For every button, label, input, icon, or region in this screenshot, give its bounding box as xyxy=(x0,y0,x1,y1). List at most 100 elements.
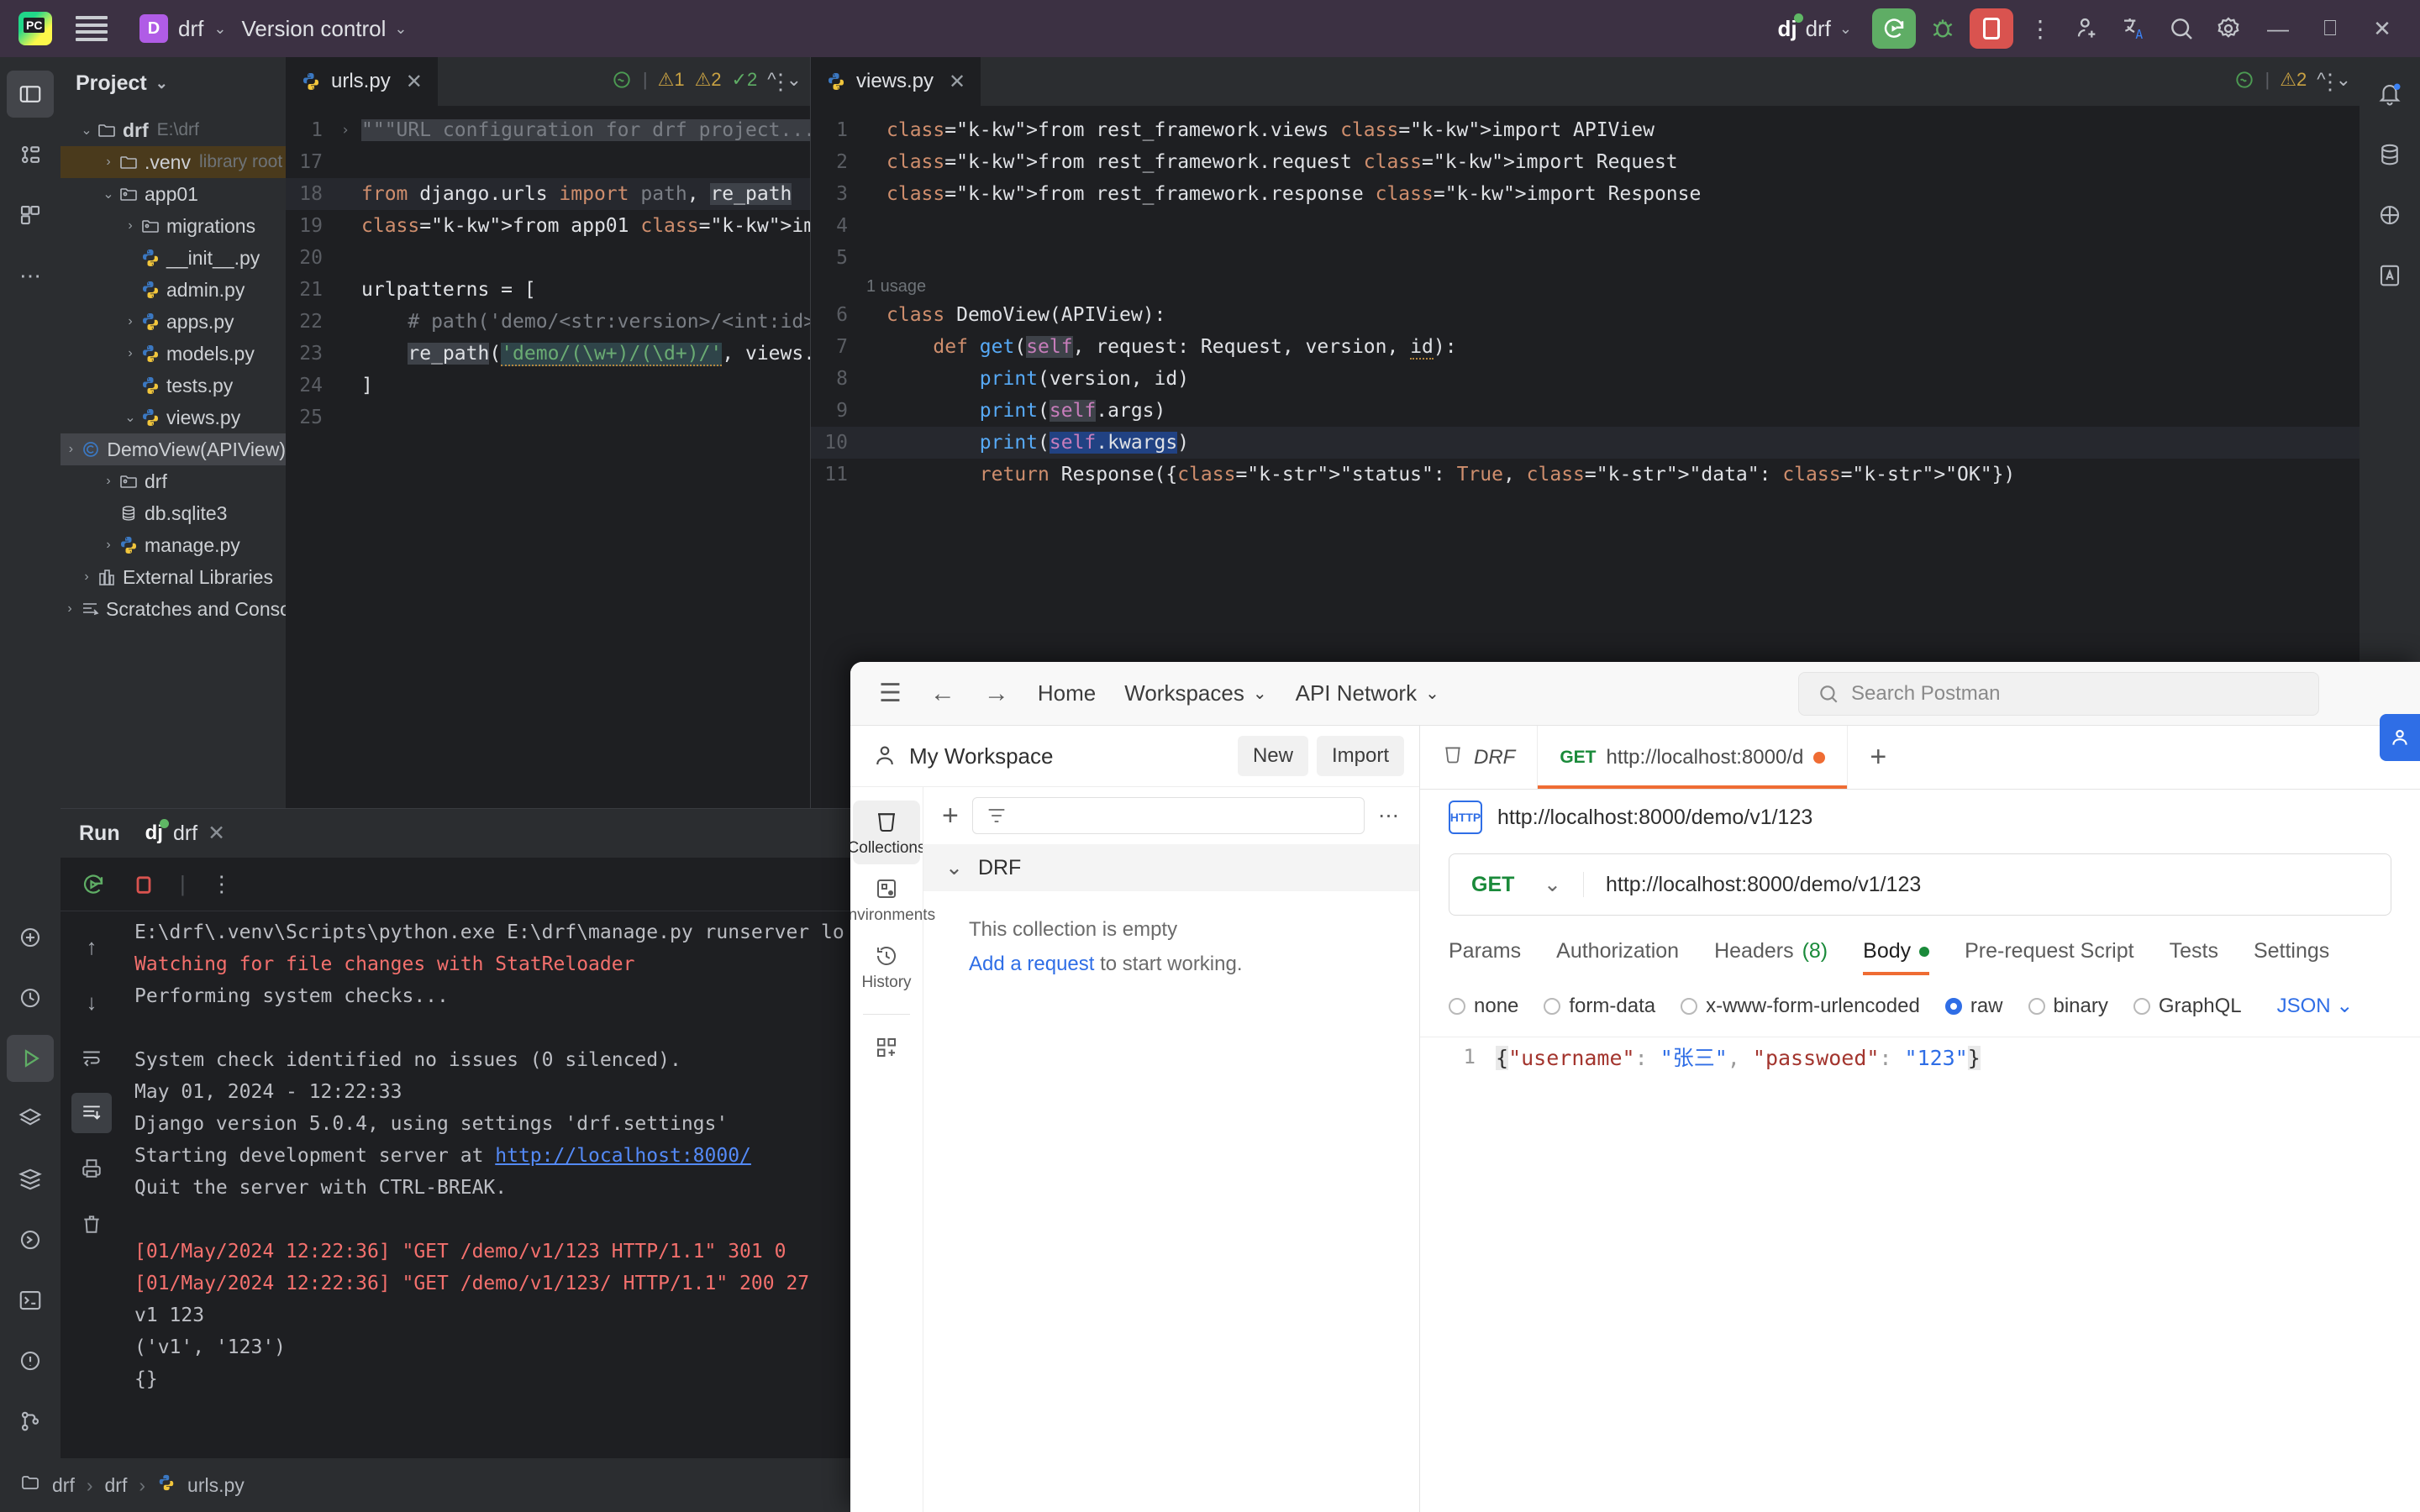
code-line-3[interactable]: 3 class="k-kw">from rest_framework.respon… xyxy=(811,178,2360,210)
chevron-right-icon[interactable]: › xyxy=(60,601,79,617)
code-line-4[interactable]: 4 xyxy=(811,210,2360,242)
add-user-icon[interactable] xyxy=(2064,5,2111,52)
request-subtab-tests[interactable]: Tests xyxy=(2170,939,2218,975)
next-problem-icon[interactable]: ⌄ xyxy=(786,69,802,91)
print-icon[interactable] xyxy=(71,1148,112,1189)
project-tool-icon[interactable] xyxy=(7,71,54,118)
console-link[interactable]: http://localhost:8000/ xyxy=(495,1145,751,1167)
request-subtab-body[interactable]: Body xyxy=(1863,939,1930,975)
close-icon[interactable]: ✕ xyxy=(949,70,965,94)
down-icon[interactable]: ↓ xyxy=(71,982,112,1022)
tree-item-demoview-apiview[interactable]: › DemoView(APIView) xyxy=(60,433,286,465)
stop-icon[interactable] xyxy=(129,870,158,899)
body-type-radio-raw[interactable]: raw xyxy=(1944,995,2003,1018)
next-problem-icon[interactable]: ⌄ xyxy=(2336,69,2351,91)
user-account-button[interactable] xyxy=(2380,714,2420,761)
raw-format-select[interactable]: JSON ⌄ xyxy=(2277,994,2354,1018)
code-line-20[interactable]: 20 xyxy=(286,242,810,274)
breadcrumb-project[interactable]: drf xyxy=(52,1474,75,1497)
ai-panel-icon[interactable] xyxy=(2366,252,2413,299)
chevron-right-icon[interactable]: › xyxy=(77,570,96,585)
back-arrow-icon[interactable]: ← xyxy=(930,680,955,708)
code-line-1[interactable]: 1 class="k-kw">from rest_framework.views … xyxy=(811,114,2360,146)
request-url-input[interactable]: http://localhost:8000/demo/v1/123 xyxy=(1584,873,1921,897)
tree-item-db-sqlite3[interactable]: db.sqlite3 xyxy=(60,497,286,529)
request-title[interactable]: http://localhost:8000/demo/v1/123 xyxy=(1497,806,1812,830)
chevron-down-icon[interactable]: ⌄ xyxy=(99,186,118,202)
plus-icon[interactable]: + xyxy=(942,800,959,832)
code-line-6[interactable]: 6 class DemoView(APIView): xyxy=(811,299,2360,331)
tree-item-drf[interactable]: ⌄ drf E:\drf xyxy=(60,114,286,146)
settings-gear-icon[interactable] xyxy=(2205,5,2252,52)
code-line-5[interactable]: 5 xyxy=(811,242,2360,274)
ai-assistant-icon[interactable] xyxy=(7,914,54,961)
chevron-right-icon[interactable]: › xyxy=(121,346,139,361)
new-button[interactable]: New xyxy=(1237,736,1308,776)
body-type-radio-graphql[interactable]: GraphQL xyxy=(2133,995,2242,1018)
import-button[interactable]: Import xyxy=(1316,736,1404,776)
code-line-11[interactable]: 11 return Response({class="k-str">"statu… xyxy=(811,459,2360,491)
more-actions-icon[interactable]: ⋮ xyxy=(208,870,236,899)
notifications-bell-icon[interactable] xyxy=(2366,71,2413,118)
search-icon[interactable] xyxy=(2158,5,2205,52)
body-type-radio-none[interactable]: none xyxy=(1449,995,1518,1018)
request-subtab-authorization[interactable]: Authorization xyxy=(1556,939,1679,975)
collection-row-drf[interactable]: ⌄ DRF xyxy=(923,844,1419,891)
maximize-window-button[interactable]: ⎕ xyxy=(2304,5,2356,52)
code-line-1[interactable]: 1 › """URL configuration for drf project..… xyxy=(286,114,810,146)
body-type-radio-binary[interactable]: binary xyxy=(2028,995,2108,1018)
sidebar-item-environments[interactable]: Environments xyxy=(850,868,935,932)
chevron-right-icon[interactable]: › xyxy=(99,474,118,489)
code-line-8[interactable]: 8 print(version, id) xyxy=(811,363,2360,395)
main-menu-icon[interactable] xyxy=(76,16,108,41)
project-panel-header[interactable]: Project ⌄ xyxy=(60,57,286,109)
tree-item-scratches-and-consoles[interactable]: › Scratches and Consoles xyxy=(60,593,315,625)
tree-item-models-py[interactable]: › models.py xyxy=(60,338,286,370)
chevron-right-icon[interactable]: › xyxy=(99,155,118,170)
code-line-10[interactable]: 10 print(self.kwargs) xyxy=(811,427,2360,459)
collections-filter-input[interactable] xyxy=(971,797,1365,834)
project-selector[interactable]: D drf ⌄ xyxy=(133,11,233,46)
chevron-down-icon[interactable]: ⌄ xyxy=(77,122,96,139)
search-postman-box[interactable]: Search Postman xyxy=(1798,671,2319,716)
terminal-icon[interactable] xyxy=(7,1277,54,1324)
code-line-21[interactable]: 21 urlpatterns = [ xyxy=(286,274,810,306)
tree-item-apps-py[interactable]: › apps.py xyxy=(60,306,286,338)
commit-tool-icon[interactable] xyxy=(7,131,54,178)
run-tool-icon[interactable] xyxy=(7,1035,54,1082)
request-subtab-params[interactable]: Params xyxy=(1449,939,1521,975)
sidebar-item-collections[interactable]: Collections xyxy=(850,801,925,864)
version-control-menu[interactable]: Version control ⌄ xyxy=(233,11,415,47)
prev-problem-icon[interactable]: ^ xyxy=(767,69,776,91)
problems-icon[interactable] xyxy=(7,1337,54,1384)
tree-item-views-py[interactable]: ⌄ views.py xyxy=(60,402,286,433)
chevron-right-icon[interactable]: › xyxy=(61,442,80,457)
code-line-7[interactable]: 7 def get(self, request: Request, versio… xyxy=(811,331,2360,363)
more-tool-windows-icon[interactable]: ⋯ xyxy=(7,252,54,299)
forward-arrow-icon[interactable]: → xyxy=(984,680,1009,708)
run-configuration-selector[interactable]: dj drf ⌄ xyxy=(1767,13,1862,45)
request-subtab-headers[interactable]: Headers (8) xyxy=(1714,939,1828,975)
breadcrumb-file[interactable]: urls.py xyxy=(187,1474,245,1497)
tree-item-venv[interactable]: › .venv library root xyxy=(60,146,286,178)
tree-item-tests-py[interactable]: tests.py xyxy=(60,370,286,402)
more-actions-icon[interactable]: ⋮ xyxy=(2017,5,2064,52)
tab-views-py[interactable]: views.py ✕ xyxy=(811,57,981,106)
python-console-icon[interactable] xyxy=(7,1216,54,1263)
minimize-window-button[interactable]: — xyxy=(2252,5,2304,52)
code-line-18[interactable]: 18 from django.urls import path, re_path xyxy=(286,178,810,210)
tree-item-drf[interactable]: › drf xyxy=(60,465,286,497)
code-line-2[interactable]: 2 class="k-kw">from rest_framework.reques… xyxy=(811,146,2360,178)
chevron-right-icon[interactable]: › xyxy=(99,538,118,553)
scroll-to-end-icon[interactable] xyxy=(71,1093,112,1133)
tree-item-app01[interactable]: ⌄ app01 xyxy=(60,178,286,210)
new-tab-button[interactable]: + xyxy=(1848,726,1908,789)
api-network-menu[interactable]: API Network ⌄ xyxy=(1296,680,1439,706)
code-content-urls[interactable]: 1 › """URL configuration for drf project..… xyxy=(286,106,810,808)
home-link[interactable]: Home xyxy=(1038,680,1096,706)
code-line-19[interactable]: 19 class="k-kw">from app01 class ="k-kw">i… xyxy=(286,210,810,242)
inspection-widget-right[interactable]: | ⚠2 ^ ⌄ xyxy=(2233,69,2351,91)
project-file-tree[interactable]: ⌄ drf E:\drf › .venv library root ⌄ app01 › migra… xyxy=(60,109,315,625)
code-line-25[interactable]: 25 xyxy=(286,402,810,433)
services-icon[interactable] xyxy=(7,1156,54,1203)
